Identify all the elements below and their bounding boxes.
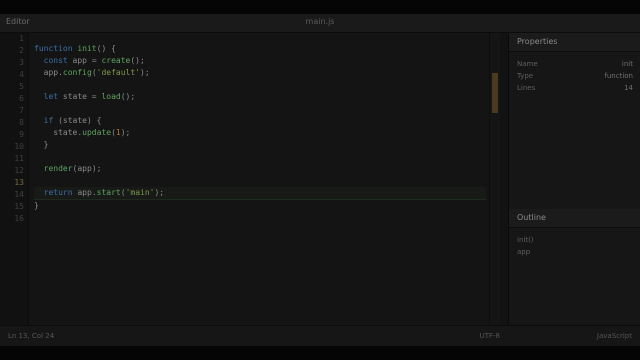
- panel-row[interactable]: Lines 14: [517, 82, 633, 94]
- code-editor[interactable]: 1 2 3 4 5 6 7 8 9 10 11 12 13 14 15 16 function init() …: [0, 33, 500, 325]
- line-number: 10: [14, 142, 24, 151]
- outline-list: init() app: [509, 228, 640, 264]
- status-bar: Ln 13, Col 24 UTF-8 JavaScript: [0, 325, 640, 346]
- code-line[interactable]: [34, 103, 486, 115]
- code-area[interactable]: function init() { const app = create(); …: [34, 43, 486, 212]
- code-token: if: [43, 116, 54, 125]
- panel-row-label: Lines: [517, 84, 536, 92]
- line-number: 2: [19, 46, 24, 55]
- outline-section: Outline init() app: [509, 209, 640, 264]
- line-number: 11: [14, 154, 24, 163]
- code-token: ();: [120, 92, 136, 101]
- line-number: 9: [19, 130, 24, 139]
- outline-header[interactable]: Outline: [509, 209, 640, 228]
- code-token: app.: [34, 68, 63, 77]
- code-token: );: [140, 68, 150, 77]
- panel-row-label: app: [517, 248, 531, 256]
- line-number: 1: [19, 34, 24, 43]
- code-token: }: [34, 201, 39, 210]
- code-token: load: [101, 92, 121, 101]
- code-token: ();: [130, 56, 145, 65]
- line-number: 5: [19, 82, 24, 91]
- panel-row-value: init: [621, 60, 633, 68]
- panel-header[interactable]: Properties: [509, 33, 640, 52]
- cursor-position[interactable]: Ln 13, Col 24: [8, 332, 54, 340]
- line-number: 6: [19, 94, 24, 103]
- line-number: 12: [14, 166, 24, 175]
- code-line[interactable]: return app.start('main');: [34, 187, 486, 200]
- language-indicator[interactable]: JavaScript: [597, 332, 632, 340]
- code-token: const: [43, 56, 68, 65]
- code-line[interactable]: function init() {: [34, 43, 486, 55]
- panel-row[interactable]: Name init: [517, 58, 633, 70]
- line-number: 7: [19, 106, 24, 115]
- panel-row-label: Name: [517, 60, 538, 68]
- code-token: );: [120, 128, 131, 137]
- title-bar: Editor main.js: [0, 14, 640, 33]
- code-line[interactable]: if (state) {: [34, 115, 486, 127]
- code-token: config: [62, 68, 92, 77]
- scrollbar-thumb[interactable]: [492, 73, 498, 113]
- panel-row-value: 14: [624, 84, 633, 92]
- code-token: 'default': [96, 68, 140, 77]
- editor-scrollbar[interactable]: [489, 33, 500, 325]
- code-line[interactable]: [34, 79, 486, 91]
- properties-list: Name init Type function Lines 14: [509, 52, 640, 100]
- code-token: () {: [96, 44, 116, 53]
- line-number: 15: [14, 202, 24, 211]
- code-line[interactable]: }: [34, 139, 486, 151]
- line-number: 14: [14, 190, 24, 199]
- code-token: state.: [34, 128, 83, 137]
- line-number: 8: [19, 118, 24, 127]
- code-line[interactable]: state.update(1);: [34, 127, 486, 139]
- code-token: create: [101, 56, 131, 65]
- code-token: }: [34, 140, 49, 149]
- panel-row-label: Type: [517, 72, 534, 80]
- code-line[interactable]: [34, 175, 486, 187]
- line-number: 3: [19, 58, 24, 67]
- file-title: main.js: [305, 17, 335, 26]
- code-token: state =: [58, 92, 102, 101]
- app-window: Editor main.js 1 2 3 4 5 6 7 8 9 10 11 12 13 14 15 16 f…: [0, 14, 640, 346]
- code-token: (state) {: [53, 116, 102, 125]
- code-token: init: [77, 44, 97, 53]
- line-number: 4: [19, 70, 24, 79]
- side-panel: Properties Name init Type function Lines 14 O…: [508, 33, 640, 325]
- code-token: 'main': [125, 188, 155, 197]
- panel-row-label: init(): [517, 236, 534, 244]
- code-token: start: [96, 188, 121, 197]
- code-line[interactable]: app.config('default');: [34, 67, 486, 79]
- code-token: return: [43, 188, 73, 197]
- line-number: 16: [14, 214, 24, 223]
- code-token: render: [43, 164, 73, 173]
- code-token: update: [82, 128, 112, 137]
- panel-row[interactable]: init(): [517, 234, 633, 246]
- code-token: app.: [72, 188, 97, 197]
- line-number: 13: [14, 178, 24, 187]
- app-title: Editor: [6, 17, 30, 26]
- encoding-indicator[interactable]: UTF-8: [480, 332, 500, 340]
- panel-row[interactable]: Type function: [517, 70, 633, 82]
- code-token: app =: [67, 56, 102, 65]
- line-number-gutter: 1 2 3 4 5 6 7 8 9 10 11 12 13 14 15 16: [0, 33, 29, 325]
- panel-row[interactable]: app: [517, 246, 633, 258]
- code-line[interactable]: [34, 151, 486, 163]
- code-token: );: [154, 188, 165, 197]
- code-token: function: [34, 44, 73, 53]
- code-token: (app);: [72, 164, 102, 173]
- code-line[interactable]: const app = create();: [34, 55, 486, 67]
- code-token: let: [43, 92, 59, 101]
- code-line[interactable]: render(app);: [34, 163, 486, 175]
- code-line[interactable]: let state = load();: [34, 91, 486, 103]
- panel-row-value: function: [604, 72, 633, 80]
- code-line[interactable]: }: [34, 200, 486, 212]
